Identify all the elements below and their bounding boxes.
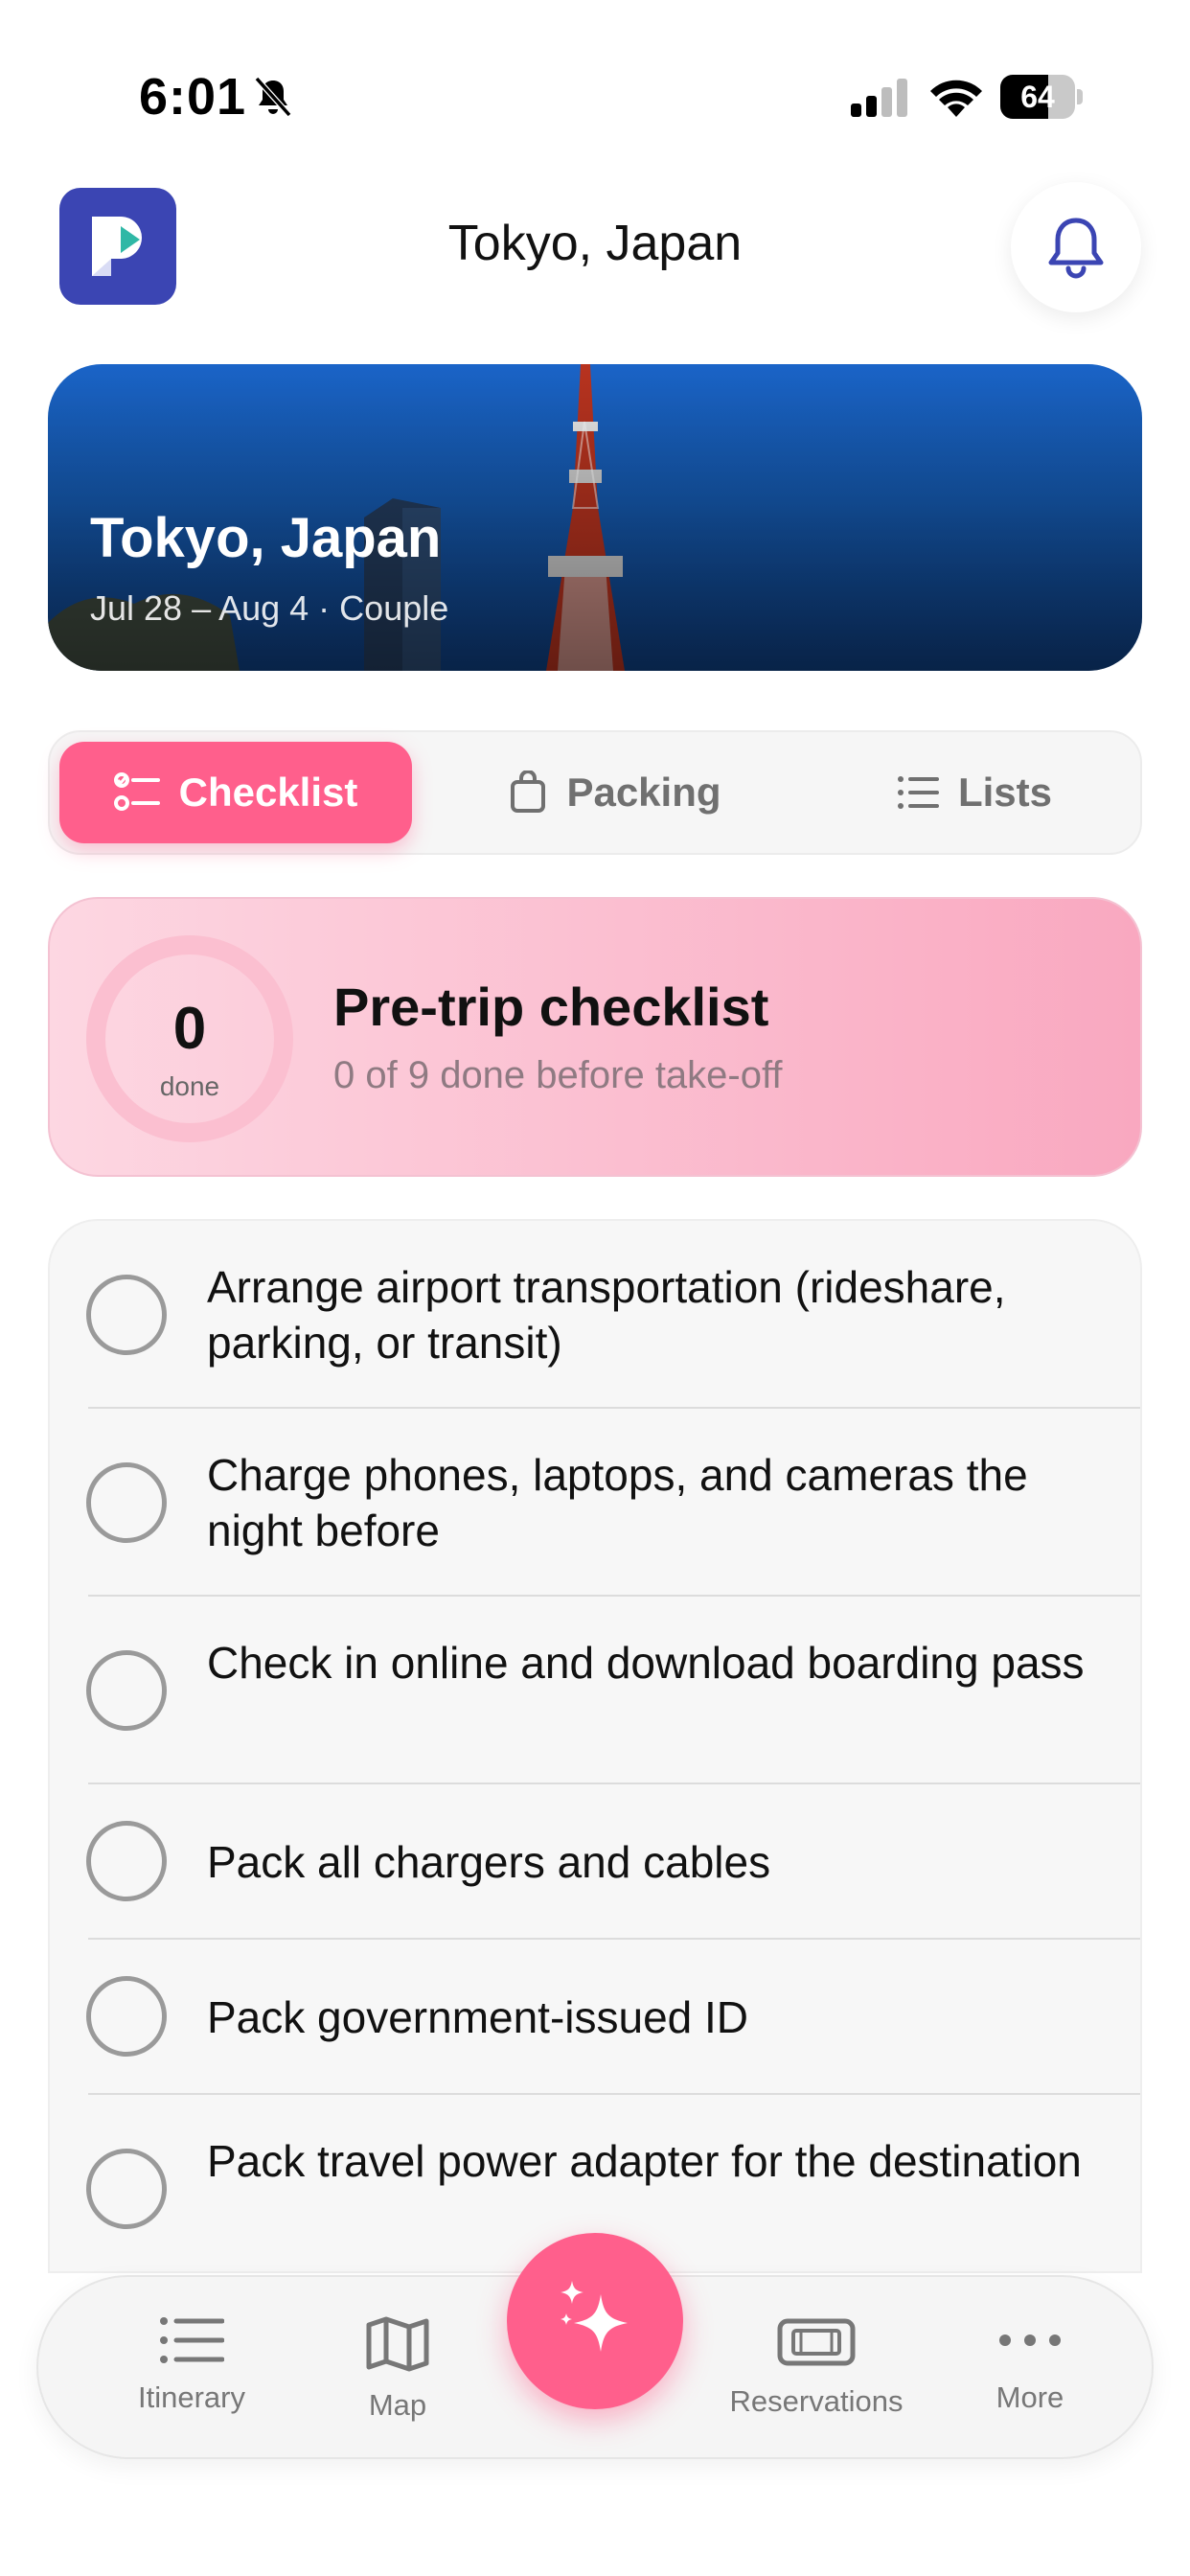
list-icon: [897, 776, 939, 809]
list-item[interactable]: Charge phones, laptops, and cameras the …: [50, 1409, 1140, 1597]
segmented-tabs: Checklist Packing Lists: [48, 730, 1142, 855]
sparkles-icon: [561, 2281, 628, 2352]
trip-hero-banner[interactable]: Tokyo, Japan Jul 28 – Aug 4 · Couple: [48, 364, 1142, 671]
item-text: Pack travel power adapter for the destin…: [207, 2136, 1082, 2186]
checkbox[interactable]: [86, 1821, 167, 1901]
bag-icon: [511, 770, 546, 813]
ticket-icon: [777, 2318, 856, 2366]
checklist-items: Arrange airport transportation (rideshar…: [48, 1219, 1142, 2273]
nav-itinerary-label: Itinerary: [138, 2380, 245, 2414]
bell-icon: [1048, 218, 1104, 279]
tab-packing[interactable]: Packing: [452, 742, 778, 843]
done-count: 0: [172, 996, 207, 1062]
nav-more-label: More: [995, 2380, 1064, 2414]
nav-more[interactable]: More: [958, 2315, 1102, 2440]
tab-lists[interactable]: Lists: [816, 742, 1133, 843]
nav-map[interactable]: Map: [316, 2315, 479, 2440]
nav-map-label: Map: [368, 2388, 427, 2422]
notifications-button[interactable]: [1011, 182, 1141, 312]
item-text: Arrange airport transportation (rideshar…: [207, 1262, 1006, 1368]
list-item[interactable]: Check in online and download boarding pa…: [50, 1597, 1140, 1784]
checkbox[interactable]: [86, 2149, 167, 2229]
app-screen: 6:01 64 Tokyo, Japan Tokyo, Japan Jul 28…: [0, 0, 1190, 2576]
done-label: done: [159, 1071, 220, 1101]
list-item[interactable]: Pack all chargers and cables: [50, 1784, 1140, 1940]
list-item[interactable]: Arrange airport transportation (rideshar…: [50, 1221, 1140, 1409]
list-item[interactable]: Pack government-issued ID: [50, 1940, 1140, 2095]
battery-indicator: 64: [1000, 75, 1083, 119]
checklist-icon: [113, 772, 160, 811]
tab-packing-label: Packing: [566, 770, 721, 815]
checkbox[interactable]: [86, 1462, 167, 1543]
wifi-icon: [930, 80, 982, 117]
item-text: Charge phones, laptops, and cameras the …: [207, 1450, 1028, 1555]
checkbox[interactable]: [86, 1275, 167, 1355]
checklist-title: Pre-trip checklist: [333, 977, 769, 1037]
progress-ring: 0 done: [86, 935, 293, 1142]
checklist-progress-card: 0 done Pre-trip checklist 0 of 9 done be…: [48, 897, 1142, 1177]
checkbox[interactable]: [86, 1976, 167, 2057]
nav-reservations-label: Reservations: [729, 2384, 904, 2418]
cellular-signal-icon: [851, 79, 907, 117]
item-text: Check in online and download boarding pa…: [207, 1638, 1085, 1688]
status-time: 6:01: [139, 68, 247, 126]
more-icon: [999, 2334, 1061, 2346]
nav-itinerary[interactable]: Itinerary: [86, 2315, 297, 2440]
silent-mode-icon: [254, 76, 292, 118]
hero-title: Tokyo, Japan: [90, 507, 442, 569]
checkbox[interactable]: [86, 1650, 167, 1731]
item-text: Pack government-issued ID: [207, 1992, 749, 2042]
map-icon: [366, 2316, 429, 2372]
list-icon: [160, 2317, 224, 2363]
ai-assistant-button[interactable]: [507, 2233, 683, 2409]
nav-reservations[interactable]: Reservations: [701, 2315, 931, 2440]
hero-trip-dates: Jul 28 – Aug 4 · Couple: [90, 588, 449, 628]
checklist-progress-text: 0 of 9 done before take-off: [333, 1054, 783, 1096]
tab-checklist[interactable]: Checklist: [59, 742, 412, 843]
battery-level: 64: [1020, 80, 1055, 114]
item-text: Pack all chargers and cables: [207, 1837, 771, 1887]
tab-lists-label: Lists: [957, 770, 1053, 815]
status-bar: 6:01 64: [0, 0, 1190, 172]
tab-checklist-label: Checklist: [178, 770, 358, 815]
